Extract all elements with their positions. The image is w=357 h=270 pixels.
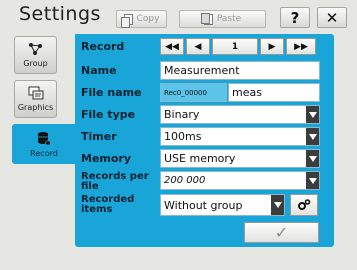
- chevron-down-icon[interactable]: [306, 106, 319, 123]
- name-label: Name: [81, 64, 117, 77]
- sidebar-item-group[interactable]: Group: [14, 36, 57, 74]
- last-record-button[interactable]: ▶▶: [286, 38, 316, 55]
- paste-icon: [200, 12, 213, 25]
- paste-button[interactable]: Paste: [179, 10, 266, 28]
- previous-record-button[interactable]: ◀: [186, 38, 210, 55]
- fast-forward-icon: ▶▶: [294, 41, 308, 52]
- filetype-value: Binary: [164, 108, 200, 121]
- next-record-button[interactable]: ▶: [260, 38, 284, 55]
- memory-label: Memory: [81, 152, 132, 165]
- chevron-down-icon[interactable]: [306, 150, 319, 167]
- memory-row: Memory USE memory: [75, 149, 334, 168]
- records-per-file-select[interactable]: 200 000: [160, 171, 320, 190]
- record-nav-row: Record ◀◀ ◀ 1 ▶ ▶▶: [75, 38, 334, 55]
- records-per-file-label: Records per file: [81, 171, 149, 192]
- chevron-down-icon[interactable]: [306, 128, 319, 145]
- recorded-items-row: Recorded items Without group: [75, 194, 334, 218]
- rewind-icon: ◀◀: [165, 41, 179, 52]
- recorded-items-value: Without group: [164, 198, 243, 212]
- gear-icon: [298, 199, 311, 210]
- recorded-items-select[interactable]: Without group: [160, 194, 285, 216]
- network-icon: [28, 43, 42, 55]
- filetype-row: File type Binary: [75, 105, 334, 124]
- copy-label: Copy: [136, 14, 160, 24]
- filetype-label: File type: [81, 108, 136, 121]
- graphics-icon: [28, 86, 43, 100]
- paste-label: Paste: [216, 14, 242, 24]
- timer-label: Timer: [81, 130, 117, 143]
- timer-select[interactable]: 100ms: [160, 127, 320, 146]
- record-index: 1: [212, 38, 258, 55]
- previous-icon: ◀: [194, 41, 202, 52]
- copy-icon: [120, 13, 133, 28]
- filetype-select[interactable]: Binary: [160, 105, 320, 124]
- title-bar: Settings Copy Paste ? ✕: [0, 0, 357, 36]
- filename-row: File name Rec0_00000 meas: [75, 83, 334, 102]
- filename-input[interactable]: meas: [228, 83, 320, 102]
- chevron-down-icon[interactable]: [271, 195, 284, 215]
- close-button[interactable]: ✕: [317, 7, 347, 28]
- help-button[interactable]: ?: [280, 7, 310, 28]
- chevron-down-icon[interactable]: [306, 172, 319, 189]
- records-per-file-value: 200 000: [164, 175, 206, 186]
- recorded-items-settings-button[interactable]: [290, 194, 318, 216]
- memory-value: USE memory: [164, 152, 236, 165]
- sidebar-item-label: Group: [23, 59, 48, 68]
- page-title: Settings: [19, 3, 101, 25]
- records-per-file-row: Records per file 200 000: [75, 171, 334, 192]
- first-record-button[interactable]: ◀◀: [160, 38, 184, 55]
- next-icon: ▶: [268, 41, 276, 52]
- name-row: Name Measurement: [75, 61, 334, 80]
- confirm-button[interactable]: ✓: [244, 222, 319, 243]
- sidebar-item-graphics[interactable]: Graphics: [14, 80, 57, 118]
- memory-select[interactable]: USE memory: [160, 149, 320, 168]
- sidebar-item-label: Graphics: [17, 103, 54, 112]
- name-input[interactable]: Measurement: [160, 61, 320, 80]
- recorded-items-label: Recorded items: [81, 194, 135, 215]
- filename-label: File name: [81, 86, 142, 99]
- timer-value: 100ms: [164, 130, 202, 143]
- sidebar-item-record[interactable]: Record: [12, 124, 76, 164]
- record-label: Record: [81, 40, 125, 53]
- record-settings-panel: Record ◀◀ ◀ 1 ▶ ▶▶ Name Measurement File…: [75, 34, 334, 247]
- filename-prefix-field: Rec0_00000: [160, 83, 227, 102]
- timer-row: Timer 100ms: [75, 127, 334, 146]
- copy-button[interactable]: Copy: [116, 10, 167, 28]
- sidebar-item-label: Record: [30, 148, 58, 158]
- database-icon: [38, 131, 51, 146]
- checkmark-icon: ✓: [274, 223, 289, 242]
